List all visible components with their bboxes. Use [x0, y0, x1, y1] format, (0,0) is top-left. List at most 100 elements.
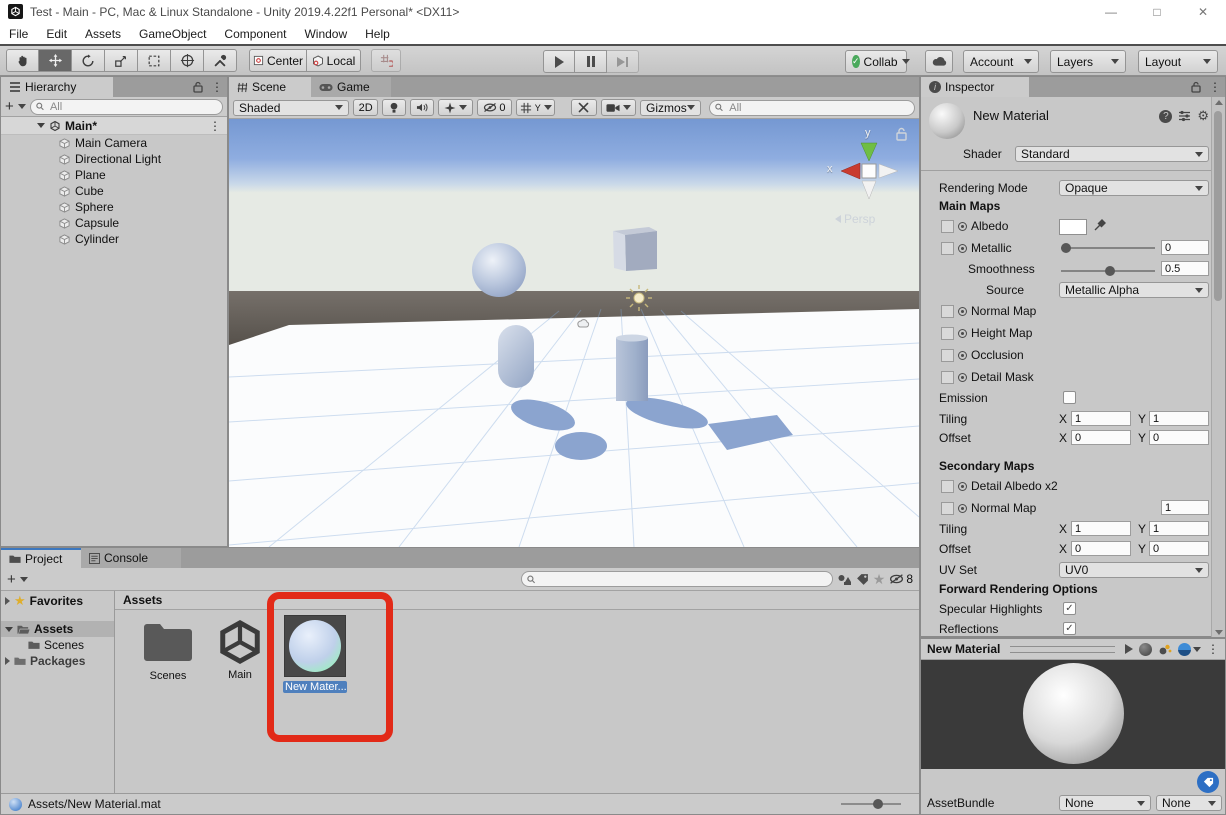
hierarchy-item-capsule[interactable]: Capsule	[1, 215, 227, 231]
reflections-checkbox[interactable]: ✓	[1063, 622, 1076, 635]
asset-item-main-scene[interactable]: Main	[209, 619, 271, 681]
saved-search-star-icon[interactable]: ★	[873, 571, 886, 588]
metallic-slider[interactable]	[1061, 247, 1155, 249]
asset-item-new-material[interactable]: New Mater...	[283, 615, 347, 693]
foldout-arrow-icon[interactable]	[5, 657, 10, 665]
tab-inspector[interactable]: i Inspector	[921, 77, 1029, 97]
tab-hierarchy[interactable]: Hierarchy	[1, 77, 113, 97]
sphere-object[interactable]	[472, 243, 526, 297]
scroll-down-arrow[interactable]	[1215, 630, 1223, 635]
preview-play-icon[interactable]	[1125, 644, 1133, 654]
metallic-value-input[interactable]	[1161, 240, 1209, 255]
collab-dropdown[interactable]: ✓ Collab	[845, 50, 907, 73]
hand-tool-button[interactable]	[6, 49, 39, 72]
drag-handle[interactable]	[1010, 646, 1115, 653]
scene-lighting-toggle[interactable]	[382, 99, 406, 116]
foldout-arrow-icon[interactable]	[5, 627, 13, 632]
scrollbar-thumb[interactable]	[1214, 111, 1222, 301]
layers-dropdown[interactable]: Layers	[1050, 50, 1126, 73]
hierarchy-search-input[interactable]	[48, 100, 217, 114]
occlusion-texture-slot[interactable]	[941, 349, 954, 362]
secondary-normal-value-input[interactable]	[1161, 500, 1209, 515]
pivot-mode-button[interactable]: Center	[249, 49, 307, 72]
preview-header[interactable]: New Material ⋮	[921, 638, 1225, 660]
tiling-x-input[interactable]	[1071, 411, 1131, 426]
assetbundle-variant-dropdown[interactable]: None	[1156, 795, 1222, 811]
secondary-normal-texture-slot[interactable]	[941, 502, 954, 515]
normal-map-texture-slot[interactable]	[941, 305, 954, 318]
custom-tools-button[interactable]	[204, 49, 237, 72]
preview-lighting-icon[interactable]	[1158, 643, 1172, 656]
offset-y-input[interactable]	[1149, 430, 1209, 445]
scene-search[interactable]	[709, 100, 915, 116]
secondary-offset-x-input[interactable]	[1071, 541, 1131, 556]
gizmo-center-cube[interactable]	[862, 164, 876, 178]
lock-icon[interactable]	[1191, 81, 1201, 93]
scene-grid-toggle[interactable]: Y	[516, 99, 555, 116]
scene-row-main[interactable]: Main* ⋮	[1, 117, 227, 135]
tiling-y-input[interactable]	[1149, 411, 1209, 426]
2d-toggle-button[interactable]: 2D	[353, 99, 379, 116]
smoothness-slider[interactable]	[1061, 270, 1155, 272]
project-search-input[interactable]	[539, 572, 827, 586]
scene-viewport[interactable]: y x Persp	[229, 119, 919, 547]
search-by-label-icon[interactable]	[856, 573, 869, 586]
hierarchy-item-cylinder[interactable]: Cylinder	[1, 231, 227, 247]
create-object-button[interactable]: +	[5, 100, 14, 114]
cylinder-object[interactable]	[616, 335, 648, 402]
gear-icon[interactable]: ⚙	[1197, 108, 1209, 124]
tab-scene[interactable]: Scene	[229, 77, 311, 97]
menu-assets[interactable]: Assets	[76, 23, 130, 44]
account-dropdown[interactable]: Account	[963, 50, 1039, 73]
emission-checkbox[interactable]	[1063, 391, 1076, 404]
tab-project[interactable]: Project	[1, 548, 81, 568]
hierarchy-menu-icon[interactable]: ⋮	[211, 80, 223, 94]
play-button[interactable]	[543, 50, 575, 73]
cloud-services-button[interactable]	[925, 50, 953, 73]
hierarchy-item-cube[interactable]: Cube	[1, 183, 227, 199]
slider-knob[interactable]	[1105, 266, 1115, 276]
chevron-down-icon[interactable]	[20, 577, 28, 582]
tree-packages[interactable]: Packages	[1, 653, 114, 669]
maximize-button[interactable]: □	[1134, 0, 1180, 23]
hierarchy-item-plane[interactable]: Plane	[1, 167, 227, 183]
lock-icon[interactable]	[193, 81, 203, 93]
secondary-tiling-y-input[interactable]	[1149, 521, 1209, 536]
scene-menu-icon[interactable]: ⋮	[209, 119, 221, 133]
offset-x-input[interactable]	[1071, 430, 1131, 445]
hierarchy-item-sphere[interactable]: Sphere	[1, 199, 227, 215]
source-dropdown[interactable]: Metallic Alpha	[1059, 282, 1209, 298]
detail-albedo-texture-slot[interactable]	[941, 480, 954, 493]
create-asset-button[interactable]: +	[7, 571, 16, 588]
close-button[interactable]: ✕	[1180, 0, 1226, 23]
capsule-object[interactable]	[498, 325, 534, 388]
foldout-arrow-icon[interactable]	[37, 123, 45, 128]
assetbundle-tag-button[interactable]	[1197, 771, 1219, 793]
menu-file[interactable]: File	[0, 23, 37, 44]
rendering-mode-dropdown[interactable]: Opaque	[1059, 180, 1209, 196]
move-tool-button[interactable]	[39, 49, 72, 72]
menu-edit[interactable]: Edit	[37, 23, 76, 44]
scene-effects-dropdown[interactable]	[438, 99, 473, 116]
rotation-mode-button[interactable]: Local	[307, 49, 361, 72]
menu-window[interactable]: Window	[295, 23, 356, 44]
tree-favorites[interactable]: ★ Favorites	[1, 593, 114, 609]
secondary-offset-y-input[interactable]	[1149, 541, 1209, 556]
shading-mode-dropdown[interactable]: Shaded	[233, 100, 349, 116]
albedo-color-swatch[interactable]	[1059, 219, 1087, 235]
project-search[interactable]	[521, 571, 833, 587]
tree-scenes[interactable]: Scenes	[1, 637, 114, 653]
slider-knob[interactable]	[873, 799, 883, 809]
minimize-button[interactable]: —	[1088, 0, 1134, 23]
search-by-type-icon[interactable]	[837, 573, 852, 586]
preview-menu-icon[interactable]: ⋮	[1207, 642, 1219, 656]
inspector-scrollbar[interactable]	[1211, 97, 1225, 638]
uv-set-dropdown[interactable]: UV0	[1059, 562, 1209, 578]
shader-dropdown[interactable]: Standard	[1015, 146, 1209, 162]
step-button[interactable]	[607, 50, 639, 73]
chevron-down-icon[interactable]	[18, 104, 26, 109]
tree-assets[interactable]: Assets	[1, 621, 114, 637]
hidden-packages-toggle[interactable]: 8	[889, 572, 913, 586]
detail-mask-texture-slot[interactable]	[941, 371, 954, 384]
asset-item-scenes[interactable]: Scenes	[137, 621, 199, 682]
